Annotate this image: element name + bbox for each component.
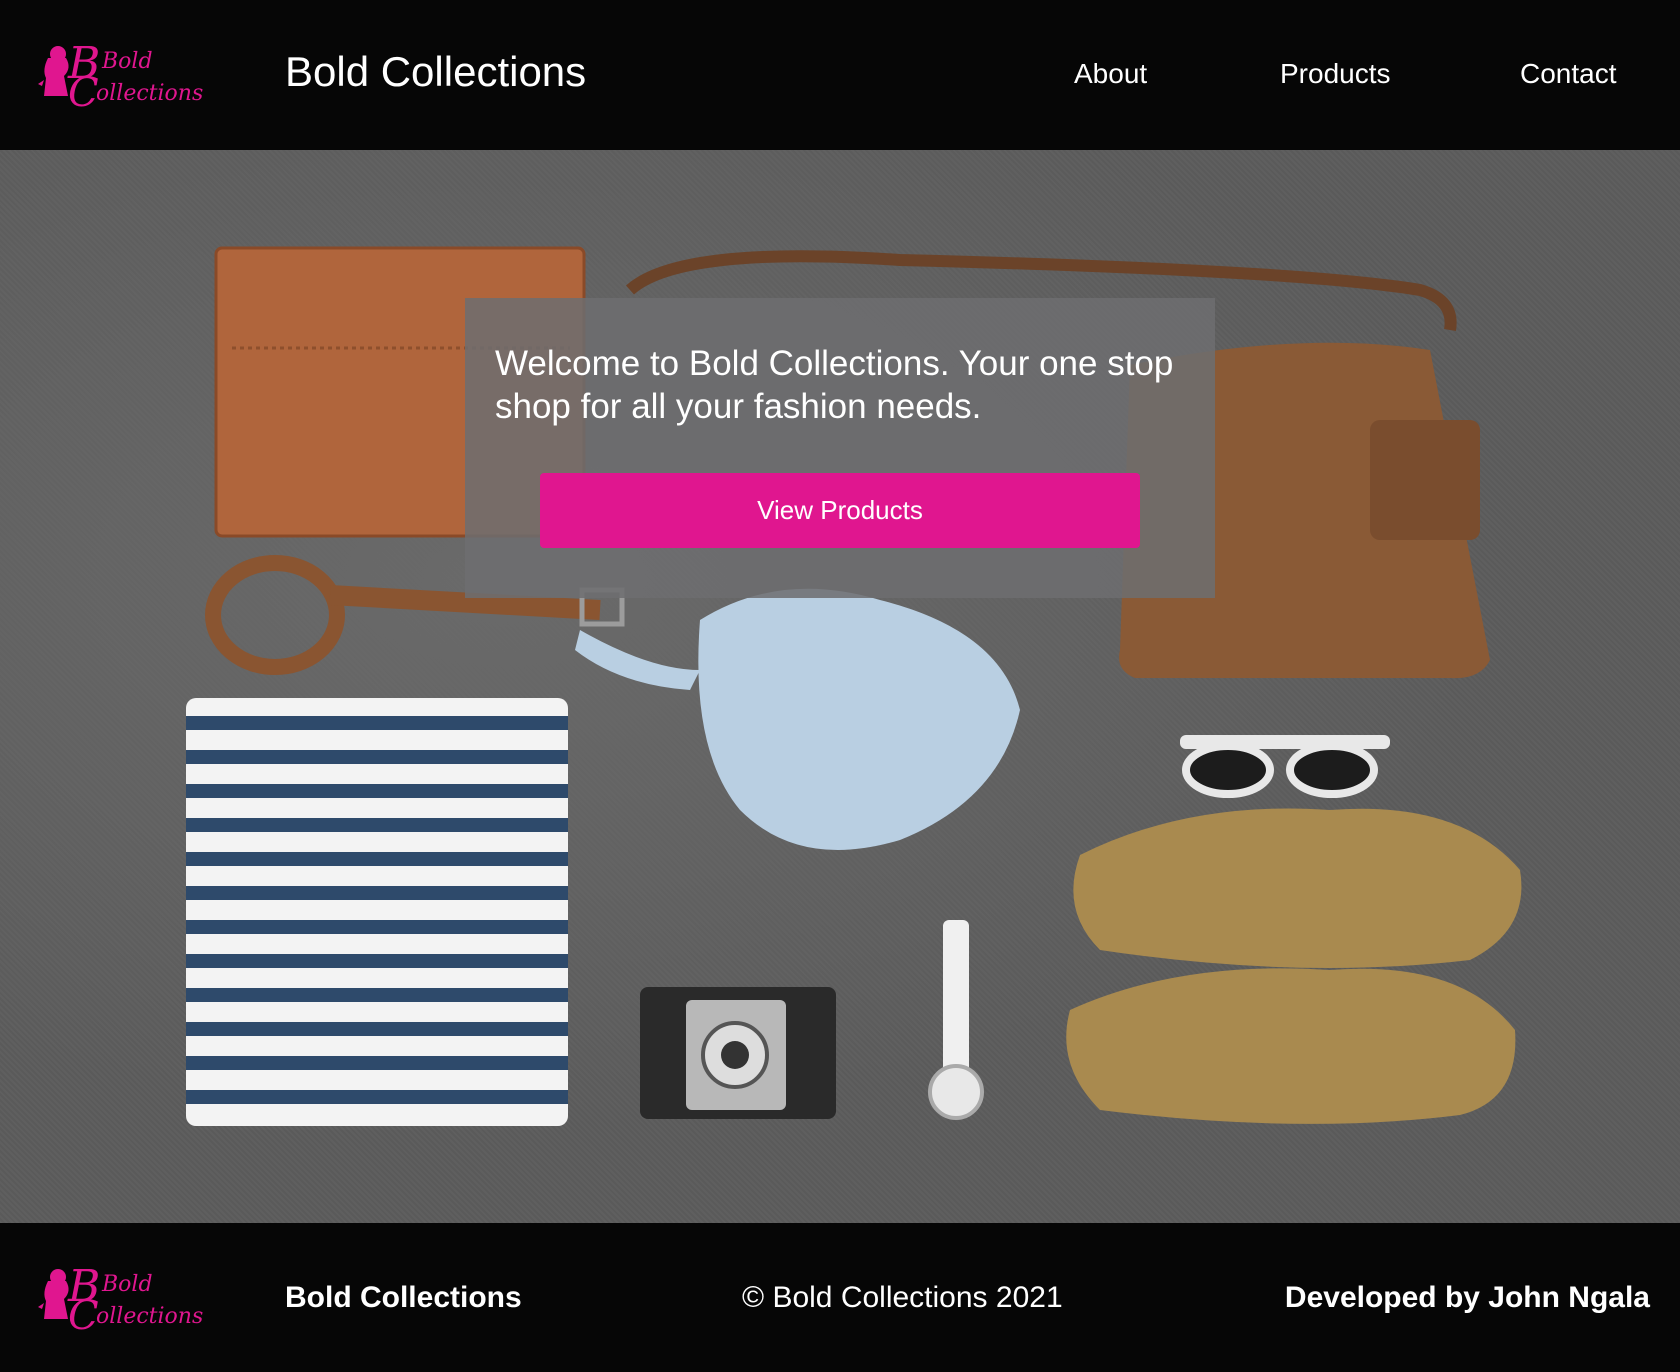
view-products-button[interactable]: View Products: [540, 473, 1140, 548]
belt: [205, 555, 345, 675]
camera: [640, 987, 836, 1119]
svg-text:ollections: ollections: [96, 81, 203, 106]
bold-collections-logo-icon: B Bold C ollections: [38, 38, 203, 116]
sunglasses: [1180, 735, 1390, 798]
footer-copyright: © Bold Collections 2021: [742, 1281, 1063, 1314]
footer-logo[interactable]: B Bold C ollections: [38, 1261, 248, 1339]
welcome-panel: Welcome to Bold Collections. Your one st…: [465, 298, 1215, 598]
site-header: B Bold C ollections Bold Collections Abo…: [0, 0, 1680, 150]
nav-about-link[interactable]: About: [1074, 58, 1147, 90]
svg-text:C: C: [68, 70, 99, 110]
logo[interactable]: B Bold C ollections: [38, 38, 248, 116]
svg-text:C: C: [68, 1293, 99, 1333]
site-title: Bold Collections: [285, 48, 587, 95]
scarf: [698, 588, 1020, 850]
welcome-message: Welcome to Bold Collections. Your one st…: [495, 344, 1174, 426]
hero-section: Welcome to Bold Collections. Your one st…: [0, 150, 1680, 1223]
watch: [928, 920, 984, 1120]
svg-text:Bold: Bold: [101, 1272, 153, 1297]
boots: [1066, 808, 1522, 1124]
svg-text:ollections: ollections: [96, 1304, 203, 1329]
nav-products-link[interactable]: Products: [1280, 58, 1391, 90]
striped-shirt: [186, 698, 568, 1126]
nav-contact-link[interactable]: Contact: [1520, 58, 1617, 90]
svg-text:Bold: Bold: [101, 49, 153, 74]
footer-brand: Bold Collections: [285, 1281, 522, 1314]
bold-collections-logo-icon: B Bold C ollections: [38, 1261, 203, 1339]
site-footer: B Bold C ollections Bold Collections © B…: [0, 1223, 1680, 1372]
footer-developer-credit: Developed by John Ngala: [1284, 1281, 1650, 1314]
